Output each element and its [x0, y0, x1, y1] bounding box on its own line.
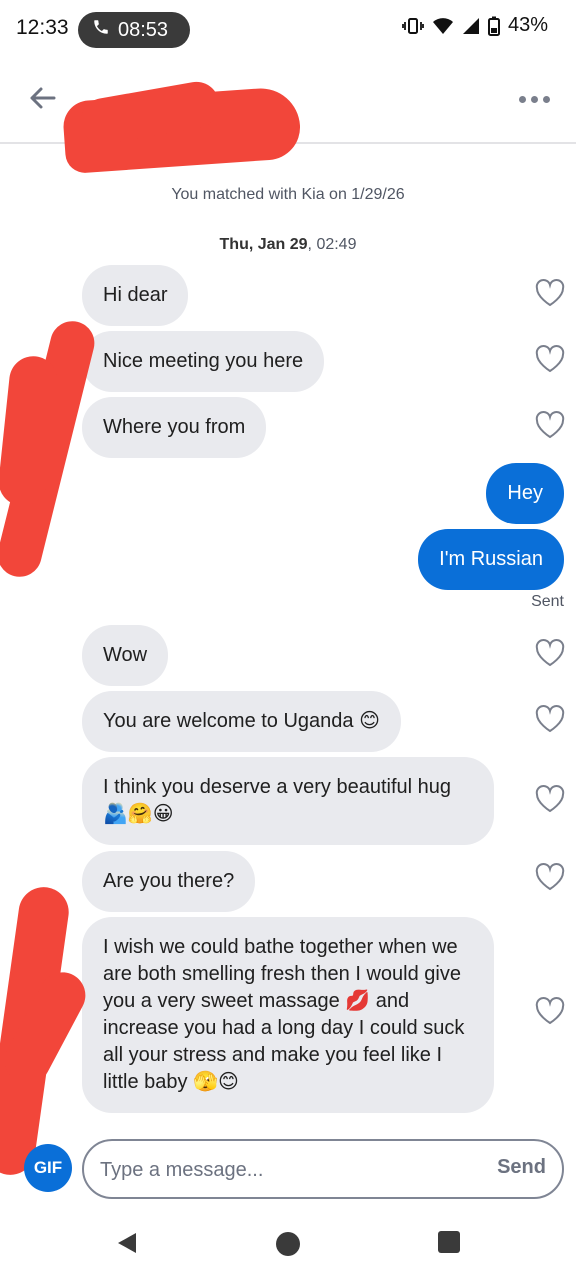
- outgoing-message[interactable]: I'm Russian: [418, 529, 564, 590]
- heart-like-icon[interactable]: [534, 862, 566, 892]
- heart-like-icon[interactable]: [534, 278, 566, 308]
- status-icons: 43%: [402, 14, 548, 37]
- incoming-message[interactable]: Are you there?: [82, 851, 256, 912]
- date-separator: Thu, Jan 29, 02:49: [0, 236, 576, 254]
- battery-icon: [487, 16, 500, 36]
- nav-home-icon[interactable]: [274, 1230, 302, 1263]
- incoming-message[interactable]: I wish we could bathe together when we a…: [82, 917, 494, 1113]
- heart-like-icon[interactable]: [534, 996, 566, 1026]
- vibrate-icon: [402, 16, 424, 36]
- heart-like-icon[interactable]: [534, 344, 566, 374]
- nav-recents-icon[interactable]: [437, 1230, 461, 1259]
- battery-percent: 43%: [507, 14, 548, 36]
- message-composer: Send: [82, 1139, 564, 1199]
- signal-icon: [462, 17, 480, 35]
- status-bar: 12:33 08:53 43%: [0, 0, 576, 60]
- system-nav-bar: [0, 1212, 576, 1280]
- wifi-icon: [432, 17, 454, 35]
- incoming-message[interactable]: I think you deserve a very beautiful hug…: [82, 757, 494, 845]
- phone-icon: [92, 18, 110, 42]
- send-button[interactable]: Send: [497, 1156, 546, 1179]
- date-day: Thu, Jan 29: [219, 236, 308, 253]
- date-time: , 02:49: [307, 236, 357, 253]
- incoming-message[interactable]: Hi dear: [82, 265, 189, 326]
- sent-status: Sent: [531, 593, 564, 610]
- incoming-message[interactable]: Nice meeting you here: [82, 331, 325, 392]
- more-options-button[interactable]: [514, 84, 554, 114]
- arrow-left-icon: [28, 86, 56, 115]
- ongoing-call-pill[interactable]: 08:53: [78, 12, 190, 48]
- incoming-message[interactable]: You are welcome to Uganda 😊: [82, 691, 401, 752]
- heart-like-icon[interactable]: [534, 784, 566, 814]
- incoming-message[interactable]: Wow: [82, 625, 169, 686]
- status-time: 12:33: [16, 16, 69, 39]
- chat-screen: 12:33 08:53 43% You matched with Kia on …: [0, 0, 576, 1280]
- heart-like-icon[interactable]: [534, 638, 566, 668]
- chat-header: [0, 60, 576, 175]
- outgoing-message[interactable]: Hey: [486, 463, 564, 524]
- more-horizontal-icon: [518, 95, 526, 103]
- nav-back-icon[interactable]: [114, 1230, 140, 1261]
- heart-like-icon[interactable]: [534, 704, 566, 734]
- heart-like-icon[interactable]: [534, 410, 566, 440]
- incoming-message[interactable]: Where you from: [82, 397, 267, 458]
- message-input[interactable]: [100, 1153, 460, 1187]
- call-duration: 08:53: [118, 18, 169, 41]
- gif-button[interactable]: GIF: [24, 1144, 72, 1192]
- match-note: You matched with Kia on 1/29/26: [171, 186, 405, 203]
- back-button[interactable]: [22, 80, 62, 120]
